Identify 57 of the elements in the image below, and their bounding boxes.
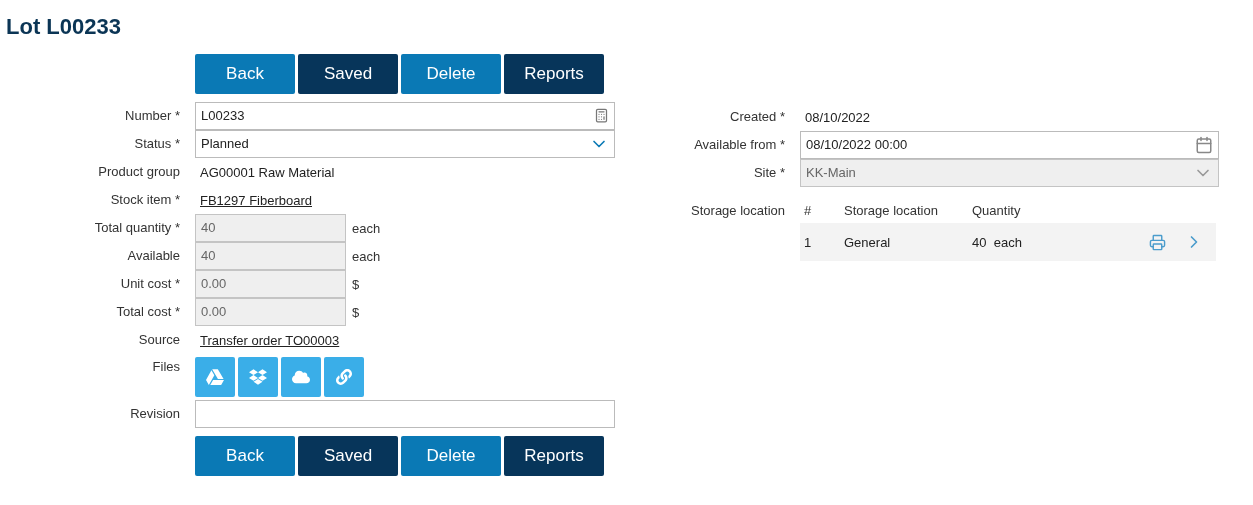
field-label: Number * — [125, 107, 180, 125]
toolbar-button[interactable]: Back — [195, 436, 295, 476]
field-label: Total quantity * — [94, 219, 180, 237]
dropbox-button[interactable] — [238, 357, 278, 397]
column-header: # — [804, 202, 813, 218]
input-field[interactable] — [195, 399, 615, 428]
input-field[interactable]: L00233 — [195, 101, 615, 130]
box-icon — [249, 368, 267, 386]
readonly-field: 40 — [195, 213, 346, 242]
toolbar-button[interactable]: Reports — [504, 436, 604, 476]
drive-button[interactable] — [195, 357, 235, 397]
toolbar-button[interactable]: Reports — [504, 54, 604, 94]
toolbar-button[interactable]: Back — [195, 54, 295, 94]
field-label: Created * — [730, 108, 785, 126]
unit-label: $ — [352, 276, 360, 292]
field-label: Site * — [753, 164, 785, 182]
readonly-field: 40 — [195, 241, 346, 270]
link-icon — [336, 369, 352, 385]
calendar-icon[interactable] — [1195, 135, 1213, 154]
table-cell-text: 1 — [804, 234, 813, 250]
field-label: Stock item * — [110, 191, 180, 209]
column-header: Storage location — [844, 202, 939, 218]
field-label: Available from * — [694, 136, 785, 154]
field-label: Revision — [130, 405, 180, 423]
toolbar-button[interactable]: Delete — [401, 436, 501, 476]
toolbar-button[interactable]: Saved — [298, 436, 398, 476]
select-field[interactable]: Planned — [195, 129, 615, 158]
unit-label: each — [352, 220, 381, 236]
date-field[interactable]: 08/10/2022 00:00 — [800, 130, 1219, 159]
cloud-button[interactable] — [281, 357, 321, 397]
link[interactable]: Transfer order TO00003 — [195, 332, 340, 348]
field-label: Status * — [134, 135, 180, 153]
field-label: Unit cost * — [120, 275, 180, 293]
toolbar-button[interactable]: Saved — [298, 54, 398, 94]
field-label: Source — [138, 331, 180, 349]
triangle-icon — [206, 368, 224, 386]
field-label: Product group — [98, 163, 180, 181]
field-label: Total cost * — [116, 303, 180, 321]
field-label: Storage location — [691, 202, 785, 220]
column-header: Quantity — [972, 202, 1022, 218]
field-value: 08/10/2022 — [804, 109, 871, 125]
unit-label: each — [352, 248, 381, 264]
cloud-icon — [292, 368, 310, 386]
field-value: AG00001 Raw Material — [199, 164, 335, 180]
toolbar-button[interactable]: Delete — [401, 54, 501, 94]
print-icon[interactable] — [1149, 233, 1166, 251]
page-title: Lot L00233 — [6, 14, 122, 40]
readonly-field: 0.00 — [195, 297, 346, 326]
field-label: Available — [127, 247, 180, 265]
table-cell-text: General — [844, 234, 892, 250]
readonly-field: 0.00 — [195, 269, 346, 298]
table-cell-text: 40 each — [972, 234, 1023, 250]
field-label: Files — [152, 358, 180, 376]
link[interactable]: FB1297 Fiberboard — [195, 192, 312, 208]
unit-label: $ — [352, 304, 360, 320]
link-button[interactable] — [324, 357, 364, 397]
calculator-icon[interactable] — [594, 108, 609, 123]
